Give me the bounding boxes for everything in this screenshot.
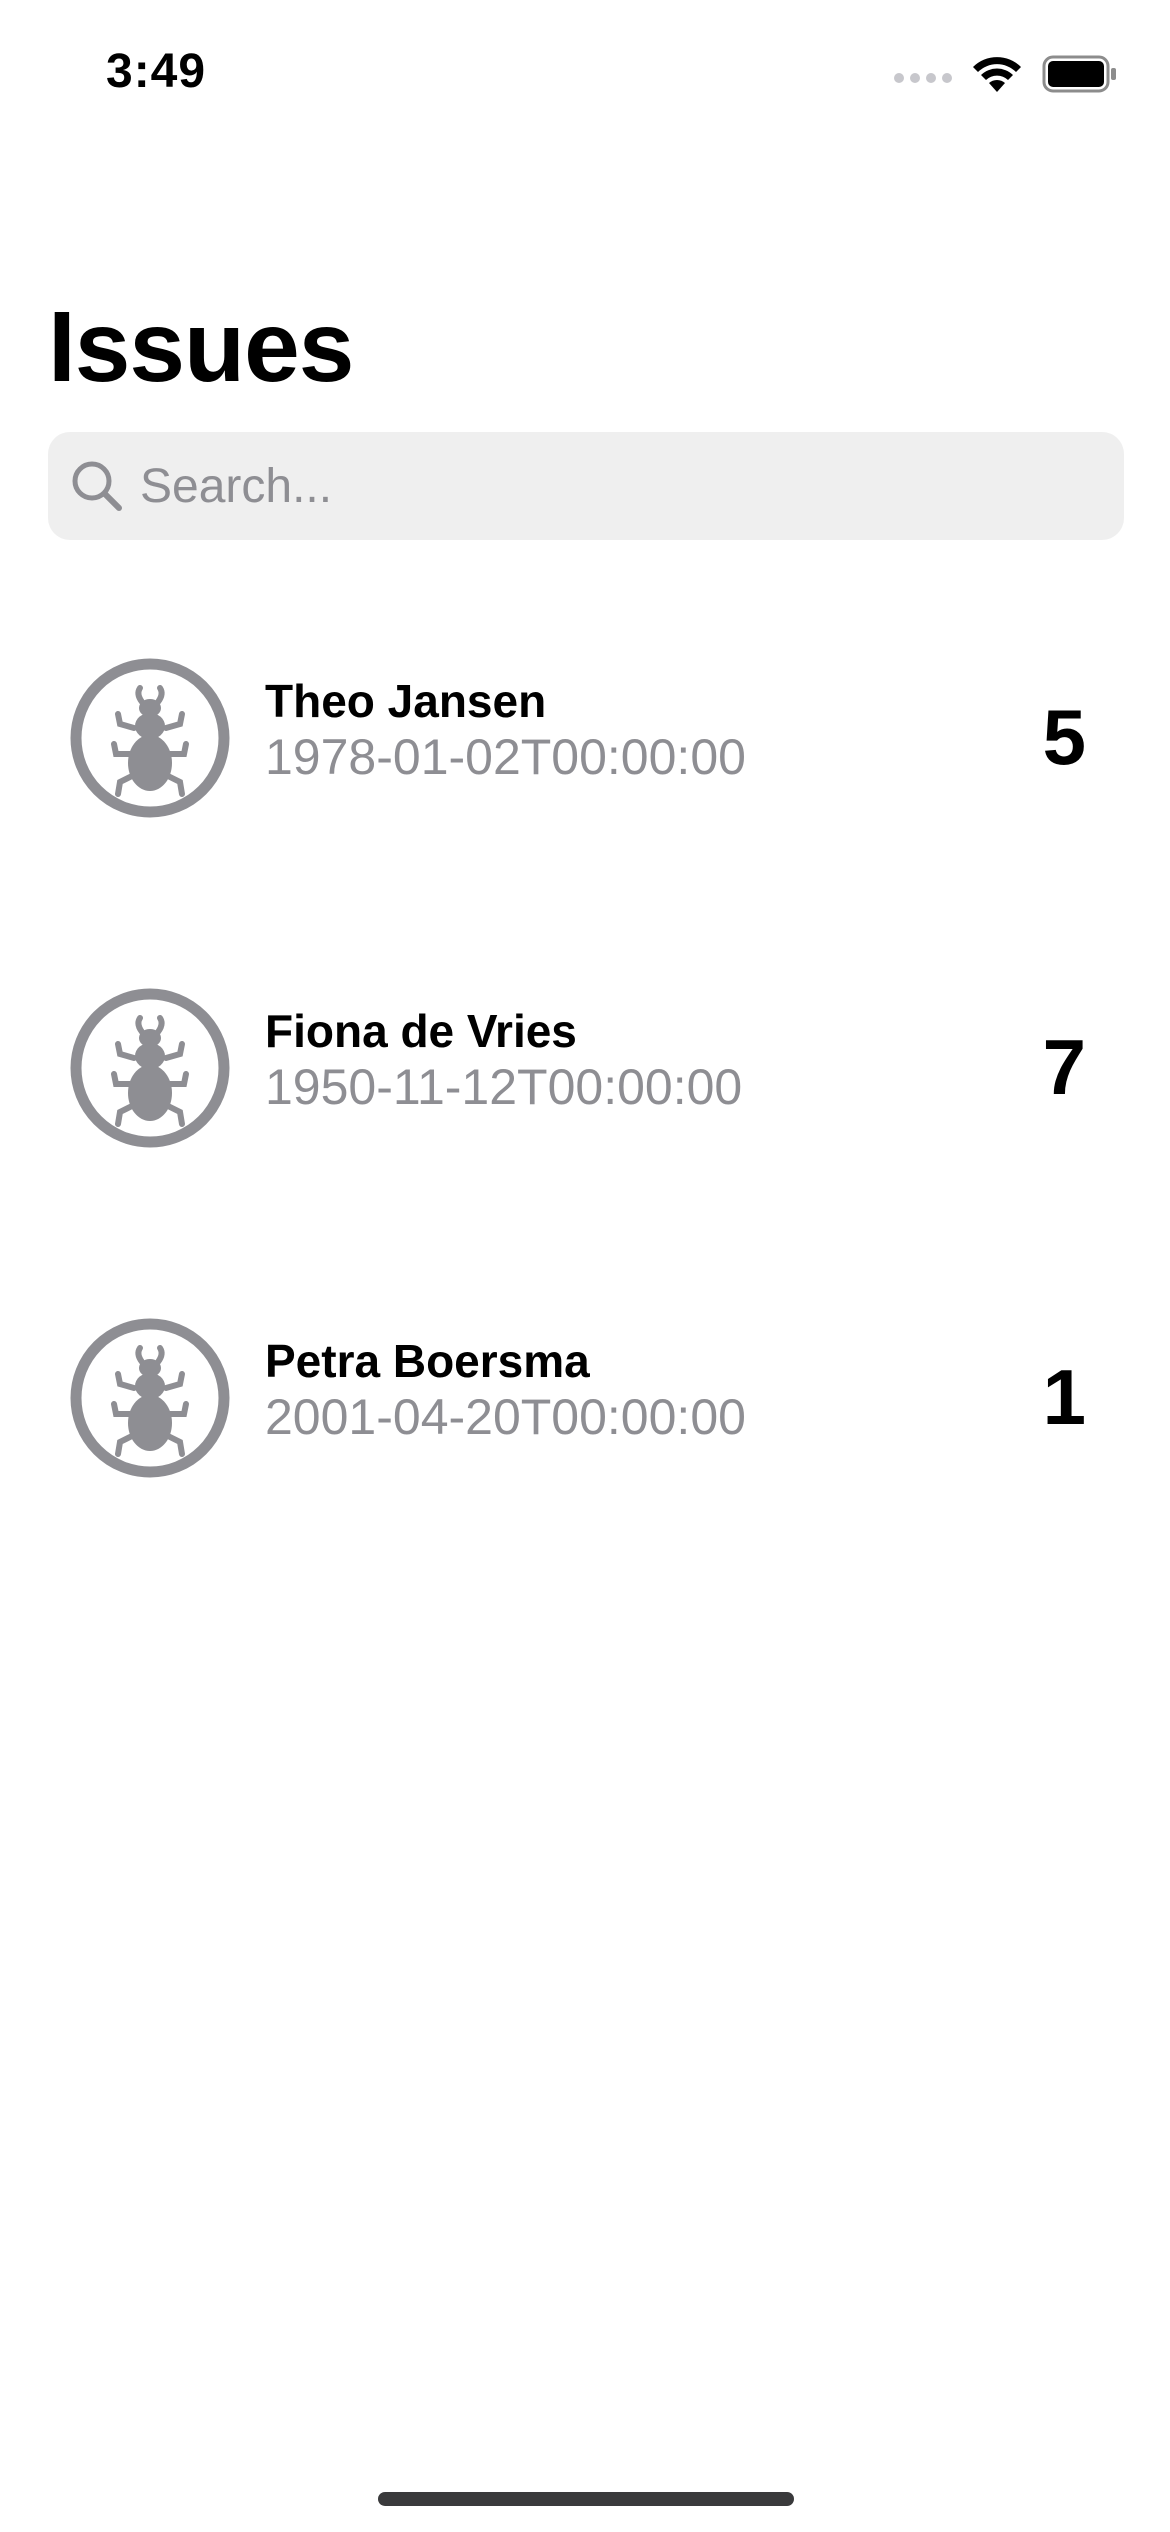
issue-list: Theo Jansen 1978-01-02T00:00:00 5 Fiona … (0, 620, 1170, 1610)
issue-date: 1950-11-12T00:00:00 (265, 1059, 743, 1115)
list-item[interactable]: Petra Boersma 2001-04-20T00:00:00 1 (0, 1280, 1170, 1610)
status-time: 3:49 (106, 45, 207, 98)
issue-date: 2001-04-20T00:00:00 (265, 1389, 746, 1445)
bug-icon (70, 988, 230, 1148)
issue-date: 1978-01-02T00:00:00 (265, 729, 746, 785)
search-icon (72, 461, 122, 511)
home-indicator[interactable] (378, 2492, 794, 2506)
issue-count: 7 (1042, 1023, 1086, 1111)
search-input[interactable] (140, 458, 1100, 514)
screen: 3:49 Issues Search... Theo Jansen 1978-0… (0, 0, 1170, 2532)
issue-count: 5 (1042, 693, 1086, 781)
status-bar: 3:49 (0, 0, 1170, 150)
issue-name: Theo Jansen (265, 675, 547, 727)
issue-name: Petra Boersma (265, 1335, 590, 1387)
status-icons (894, 54, 1118, 94)
search-bar[interactable] (48, 432, 1124, 540)
wifi-icon (973, 57, 1021, 92)
issue-count: 1 (1042, 1353, 1086, 1441)
battery-icon (1042, 55, 1116, 93)
issue-name: Fiona de Vries (265, 1005, 577, 1057)
bug-icon (70, 658, 230, 818)
cellular-signal-icon (894, 73, 952, 83)
page-title: Issues (48, 291, 354, 403)
list-item[interactable]: Theo Jansen 1978-01-02T00:00:00 5 (0, 620, 1170, 950)
list-item[interactable]: Fiona de Vries 1950-11-12T00:00:00 7 (0, 950, 1170, 1280)
bug-icon (70, 1318, 230, 1478)
